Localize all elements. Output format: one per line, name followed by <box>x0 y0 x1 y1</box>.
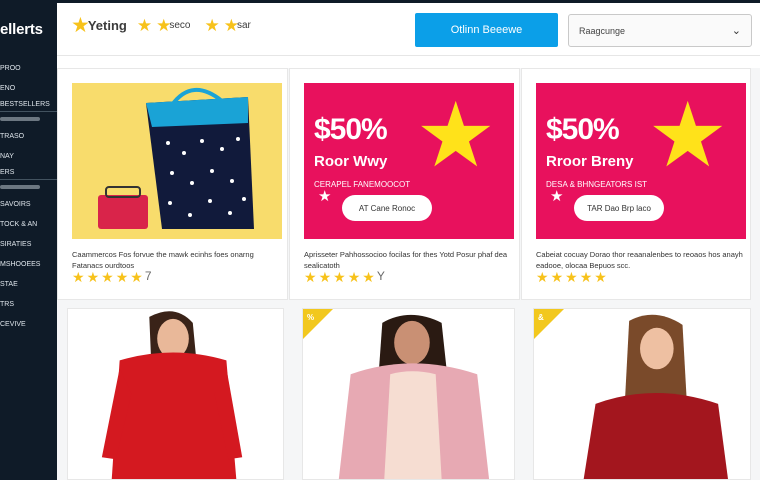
promo-cta-button[interactable]: TAR Dao Brp laco <box>574 195 664 221</box>
product-card[interactable] <box>67 308 284 480</box>
sidebar: ellerts PROO ENO BESTSELLERS TRASO NAY E… <box>0 0 57 480</box>
rating-extra-mark: Y <box>376 269 385 283</box>
star-icon: ★ <box>415 86 496 186</box>
product-description: Caammercos Fos forvue the mawk ecinhs fo… <box>72 250 254 270</box>
star-icon: ★ <box>550 269 564 285</box>
chevron-down-icon: ⌄ <box>731 25 741 37</box>
sidebar-item[interactable]: SAVOIRS <box>0 194 57 214</box>
star-icon: ★ <box>86 269 100 285</box>
promo-cta-button[interactable]: AT Cane Ronoc <box>342 195 432 221</box>
promo-discount: $50% <box>546 113 620 146</box>
star-icon: ★ <box>115 269 129 285</box>
product-image[interactable] <box>72 83 282 239</box>
rating-filter[interactable]: ★ Yeting ★ ★ seco ★ ★ sar <box>71 15 261 36</box>
sidebar-divider-bar <box>0 185 40 189</box>
sidebar-item[interactable]: MSHOOEES <box>0 254 57 274</box>
star-icon: ★ <box>333 269 346 285</box>
product-card[interactable]: $50% Rroor Breny DESA & BHNGEATORS IST ★… <box>521 68 751 300</box>
product-rating: ★ ★ ★ ★ ★ <box>536 270 607 284</box>
star-icon: ★ <box>136 16 153 35</box>
sidebar-item[interactable]: TOCK & AN <box>0 214 57 234</box>
model-pink-cardigan-image <box>303 309 514 479</box>
sort-select[interactable]: Raagcunge ⌄ <box>568 14 752 47</box>
promo-title: Roor Wwy <box>314 153 388 170</box>
model-red-sweater-image <box>534 309 750 479</box>
sort-select-value: Raagcunge <box>579 25 626 36</box>
rating-label: seco <box>169 20 191 31</box>
sidebar-item[interactable]: NAY <box>0 146 57 166</box>
star-icon: ★ <box>72 269 85 285</box>
online-browse-button[interactable]: Otlinn Beeewe <box>415 13 558 47</box>
sidebar-item[interactable]: TRASO <box>0 126 57 146</box>
tote-bag-illustration <box>98 87 254 229</box>
promo-banner[interactable]: $50% Roor Wwy CERAPEL FANEMOOCOT ★ ★ AT … <box>304 83 514 239</box>
promo-text: $50% Rroor Breny DESA & BHNGEATORS IST <box>546 113 647 189</box>
promo-banner[interactable]: $50% Rroor Breny DESA & BHNGEATORS IST ★… <box>536 83 746 239</box>
corner-tag-label: & <box>538 313 544 322</box>
sidebar-item[interactable]: TRS <box>0 294 57 314</box>
star-icon: ★ <box>318 269 332 285</box>
sidebar-divider <box>0 112 57 126</box>
top-header: ★ Yeting ★ ★ seco ★ ★ sar Otlinn Beeewe … <box>57 0 760 56</box>
star-icon: ★ <box>362 269 375 285</box>
star-icon: ★ <box>550 188 564 205</box>
product-rating: ★ ★ ★ ★ ★ 7 <box>72 270 152 284</box>
star-icon: ★ <box>130 269 143 285</box>
rating-label: sar <box>236 20 251 31</box>
promo-title: Rroor Breny <box>546 153 634 170</box>
star-icon: ★ <box>318 188 332 205</box>
model-red-top-image <box>68 309 283 479</box>
sidebar-item[interactable]: PROO <box>0 58 57 78</box>
sidebar-item[interactable]: CEVIVE <box>0 314 57 334</box>
star-icon: ★ <box>565 269 578 285</box>
product-card[interactable]: $50% Roor Wwy CERAPEL FANEMOOCOT ★ ★ AT … <box>289 68 520 300</box>
sidebar-item[interactable]: SIRATIES <box>0 234 57 254</box>
product-card[interactable]: & <box>533 308 751 480</box>
sidebar-item[interactable]: ENO <box>0 78 57 98</box>
product-card[interactable]: % <box>302 308 515 480</box>
sidebar-item[interactable]: ERS <box>0 166 57 180</box>
sidebar-item[interactable]: BESTSELLERS <box>0 98 57 112</box>
sidebar-divider <box>0 180 57 194</box>
sidebar-item[interactable]: STAE <box>0 274 57 294</box>
sidebar-divider-bar <box>0 117 40 121</box>
star-icon: ★ <box>579 269 593 285</box>
star-icon: ★ <box>347 269 361 285</box>
rating-extra-mark: 7 <box>144 269 152 283</box>
rating-label: Yeting <box>87 18 127 33</box>
promo-discount: $50% <box>314 113 388 146</box>
product-description: Aprisseter Pahhossocioo focilas for thes… <box>304 250 508 270</box>
sidebar-nav: PROO ENO BESTSELLERS TRASO NAY ERS SAVOI… <box>0 58 57 334</box>
corner-tag-label: % <box>307 313 315 322</box>
promo-text: $50% Roor Wwy CERAPEL FANEMOOCOT <box>314 113 410 189</box>
product-card[interactable]: Caammercos Fos forvue the mawk ecinhs fo… <box>57 68 288 300</box>
product-rating: ★ ★ ★ ★ ★ Y <box>304 270 385 284</box>
star-icon: ★ <box>536 269 549 285</box>
star-icon: ★ <box>101 269 114 285</box>
star-icon: ★ <box>594 269 607 285</box>
star-icon: ★ <box>204 16 220 35</box>
product-grid: Caammercos Fos forvue the mawk ecinhs fo… <box>57 68 760 480</box>
brand-logo[interactable]: ellerts <box>0 21 43 38</box>
star-icon: ★ <box>647 86 728 186</box>
product-description: Cabeiat cocuay Dorao thor reaanalenbes t… <box>536 250 743 270</box>
star-icon: ★ <box>304 269 317 285</box>
